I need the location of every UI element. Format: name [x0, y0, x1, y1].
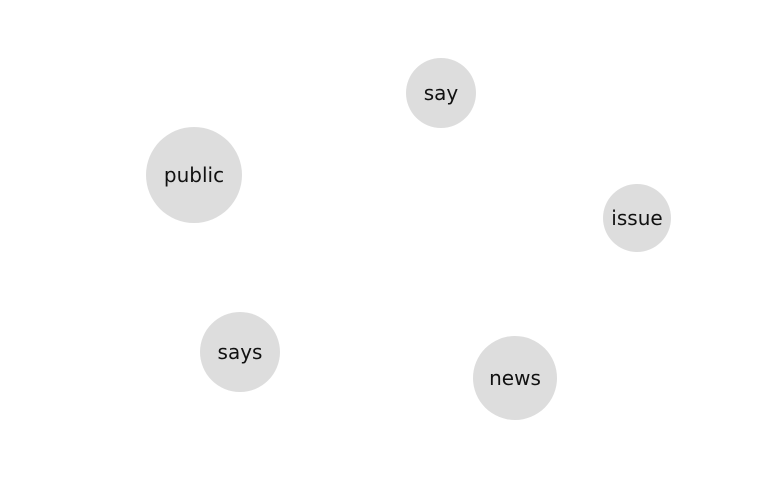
bubble-label-says: says	[218, 340, 263, 364]
bubble-label-say: say	[424, 81, 459, 105]
bubble-label-news: news	[489, 366, 541, 390]
bubble-label-public: public	[164, 163, 224, 187]
bubble-node-say: say	[406, 58, 476, 128]
bubble-node-issue: issue	[603, 184, 671, 252]
bubble-label-issue: issue	[611, 206, 662, 230]
word-bubble-diagram: say public issue says news	[146, 58, 671, 420]
bubble-node-news: news	[473, 336, 557, 420]
bubble-node-public: public	[146, 127, 242, 223]
bubble-node-says: says	[200, 312, 280, 392]
